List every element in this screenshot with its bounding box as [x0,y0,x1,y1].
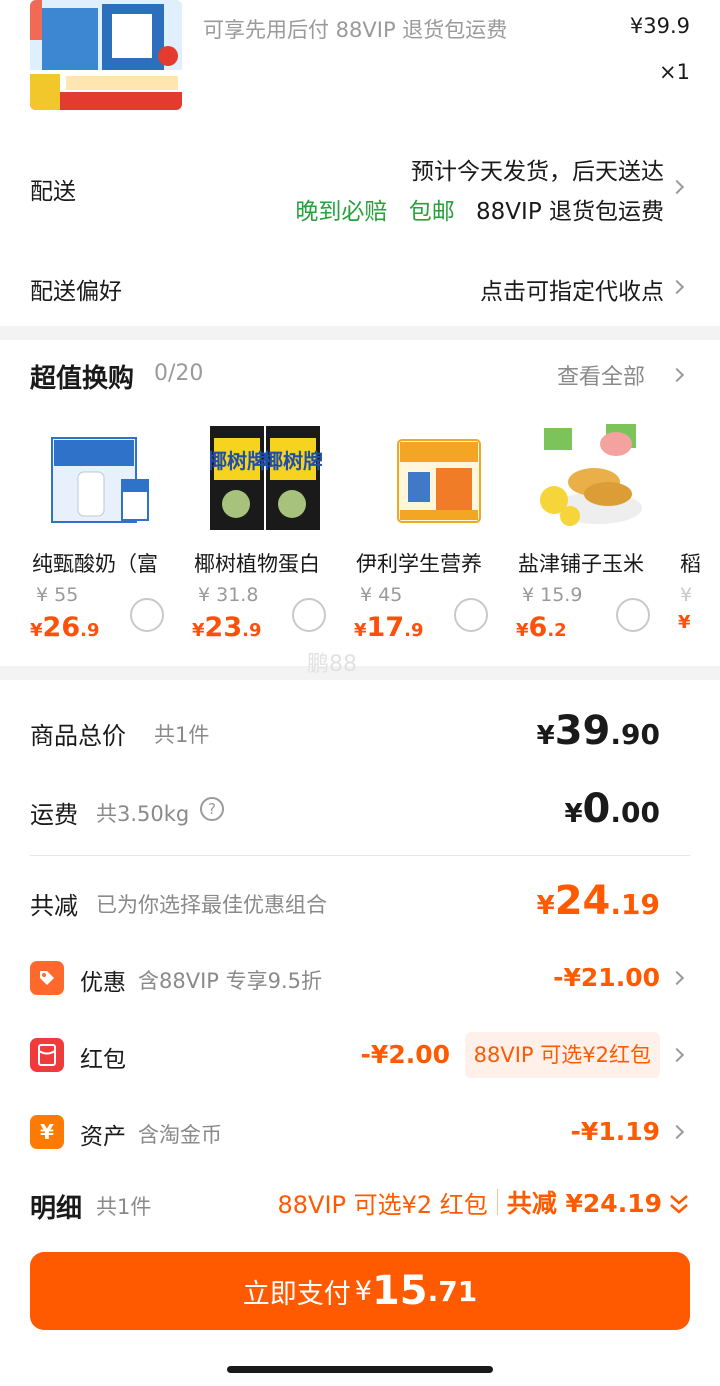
detail-summary[interactable]: 88VIP 可选¥2 红包 共减 ¥24.19 [277,1184,662,1220]
red-packet-tag[interactable]: 88VIP 可选¥2红包 [464,1032,660,1078]
corn-sausage-icon [534,424,646,532]
svg-text:椰树牌: 椰树牌 [210,449,267,473]
tradeup-item-radio[interactable] [616,598,650,632]
tradeup-item-price: ¥6.2 [516,612,567,643]
tradeup-item-name: 稻 [680,552,701,576]
tradeup-item[interactable]: 纯甄酸奶（富 ¥ 55 ¥26.9 [30,420,192,650]
delivery-preference-label: 配送偏好 [30,279,122,305]
watermark: 鹏88 [307,652,357,677]
tradeup-item-price: ¥17.9 [354,612,424,643]
help-icon[interactable]: ? [200,797,224,821]
shipping-label: 运费 [30,801,78,829]
red-packet-value[interactable]: -¥2.00 [361,1040,450,1069]
discount-note: 含88VIP 专享9.5折 [138,969,323,993]
total-reduce-label: 共减 [30,892,78,920]
discount-label: 优惠 [80,970,126,996]
tradeup-item-name: 盐津铺子玉米 [518,552,644,576]
tradeup-view-all[interactable]: 查看全部 [557,359,645,391]
tradeup-item-name: 伊利学生营养 [356,552,482,576]
product-price: ¥39.9 [629,14,690,38]
order-card: 可享先用后付 88VIP 退货包运费 ¥39.9 ×1 配送 预计今天发货，后天… [0,0,720,326]
total-reduce-value: ¥24.19 [536,878,660,924]
delivery-preference-value[interactable]: 点击可指定代收点 [480,272,664,306]
tradeup-item-price: ¥26.9 [30,612,100,643]
tradeup-item-radio[interactable] [292,598,326,632]
total-price-label: 商品总价 [30,722,126,750]
tradeup-item[interactable]: 椰树牌 椰树牌 椰树植物蛋白 ¥ 31.8 ¥23.9 [192,420,354,650]
tradeup-item[interactable]: 稻 ¥ ¥ [678,420,720,650]
detail-redpack-tag: 88VIP 可选¥2 红包 [277,1190,488,1219]
tradeup-item-name: 椰树植物蛋白 [194,552,320,576]
total-item-count: 共1件 [154,723,210,747]
coin-icon: ¥ [30,1115,64,1149]
yogurt-box-icon [48,424,160,532]
product-thumbnail[interactable] [30,0,182,110]
asset-label: 资产 [80,1124,126,1150]
detail-separator [496,1189,498,1215]
pay-now-button[interactable]: 立即支付 ¥ 15 .71 [30,1252,690,1330]
discount-value[interactable]: -¥21.00 [553,963,660,992]
asset-value[interactable]: -¥1.19 [571,1117,660,1146]
tradeup-item-price: ¥23.9 [192,612,262,643]
detail-reduce: 共减 ¥24.19 [506,1189,662,1218]
tradeup-item-price: ¥ [678,612,691,633]
total-reduce-note: 已为你选择最佳优惠组合 [96,893,327,917]
tradeup-item-original-price: ¥ 45 [360,584,403,606]
red-packet-label: 红包 [80,1047,126,1073]
shipping-value: ¥0.00 [564,786,660,832]
product-service-info: 可享先用后付 88VIP 退货包运费 [203,18,508,42]
tradeup-item-original-price: ¥ 55 [36,584,79,606]
return-shipping-tag: 88VIP 退货包运费 [476,199,664,225]
divider [30,855,690,856]
product-quantity: ×1 [659,60,690,84]
tradeup-item-original-price: ¥ [680,584,693,606]
tradeup-count: 0/20 [154,361,204,386]
total-price-value: ¥39.90 [536,708,660,754]
tradeup-item[interactable]: 伊利学生营养 ¥ 45 ¥17.9 [354,420,516,650]
svg-text:椰树牌: 椰树牌 [263,449,322,473]
coconut-milk-box-icon: 椰树牌 椰树牌 [207,424,323,532]
delivery-chevron-icon[interactable] [669,179,685,195]
tag-icon [30,961,64,995]
tradeup-item-name: 纯甄酸奶（富 [32,552,158,576]
free-shipping-tag: 包邮 [408,199,455,225]
tradeup-item-original-price: ¥ 15.9 [522,584,583,606]
detail-item-count: 共1件 [96,1195,152,1219]
tradeup-item[interactable]: 盐津铺子玉米 ¥ 15.9 ¥6.2 [516,420,678,650]
detail-label[interactable]: 明细 [30,1188,82,1225]
red-packet-icon [30,1038,64,1072]
tradeup-item-radio[interactable] [454,598,488,632]
home-indicator[interactable] [227,1366,493,1373]
milk-powder-bag-icon [372,424,484,532]
tradeup-item-radio[interactable] [130,598,164,632]
asset-note: 含淘金币 [138,1123,222,1147]
delivery-tags: 晚到必赔 包邮 88VIP 退货包运费 [295,192,664,226]
shipping-weight: 共3.50kg [96,802,190,826]
delivery-label: 配送 [30,179,76,205]
delivery-estimate: 预计今天发货，后天送达 [411,159,664,185]
preference-chevron-icon[interactable] [669,279,685,295]
late-compensation-tag: 晚到必赔 [295,199,388,225]
double-chevron-down-icon[interactable] [668,1192,690,1216]
tradeup-item-original-price: ¥ 31.8 [198,584,259,606]
tradeup-title: 超值换购 [30,364,135,394]
